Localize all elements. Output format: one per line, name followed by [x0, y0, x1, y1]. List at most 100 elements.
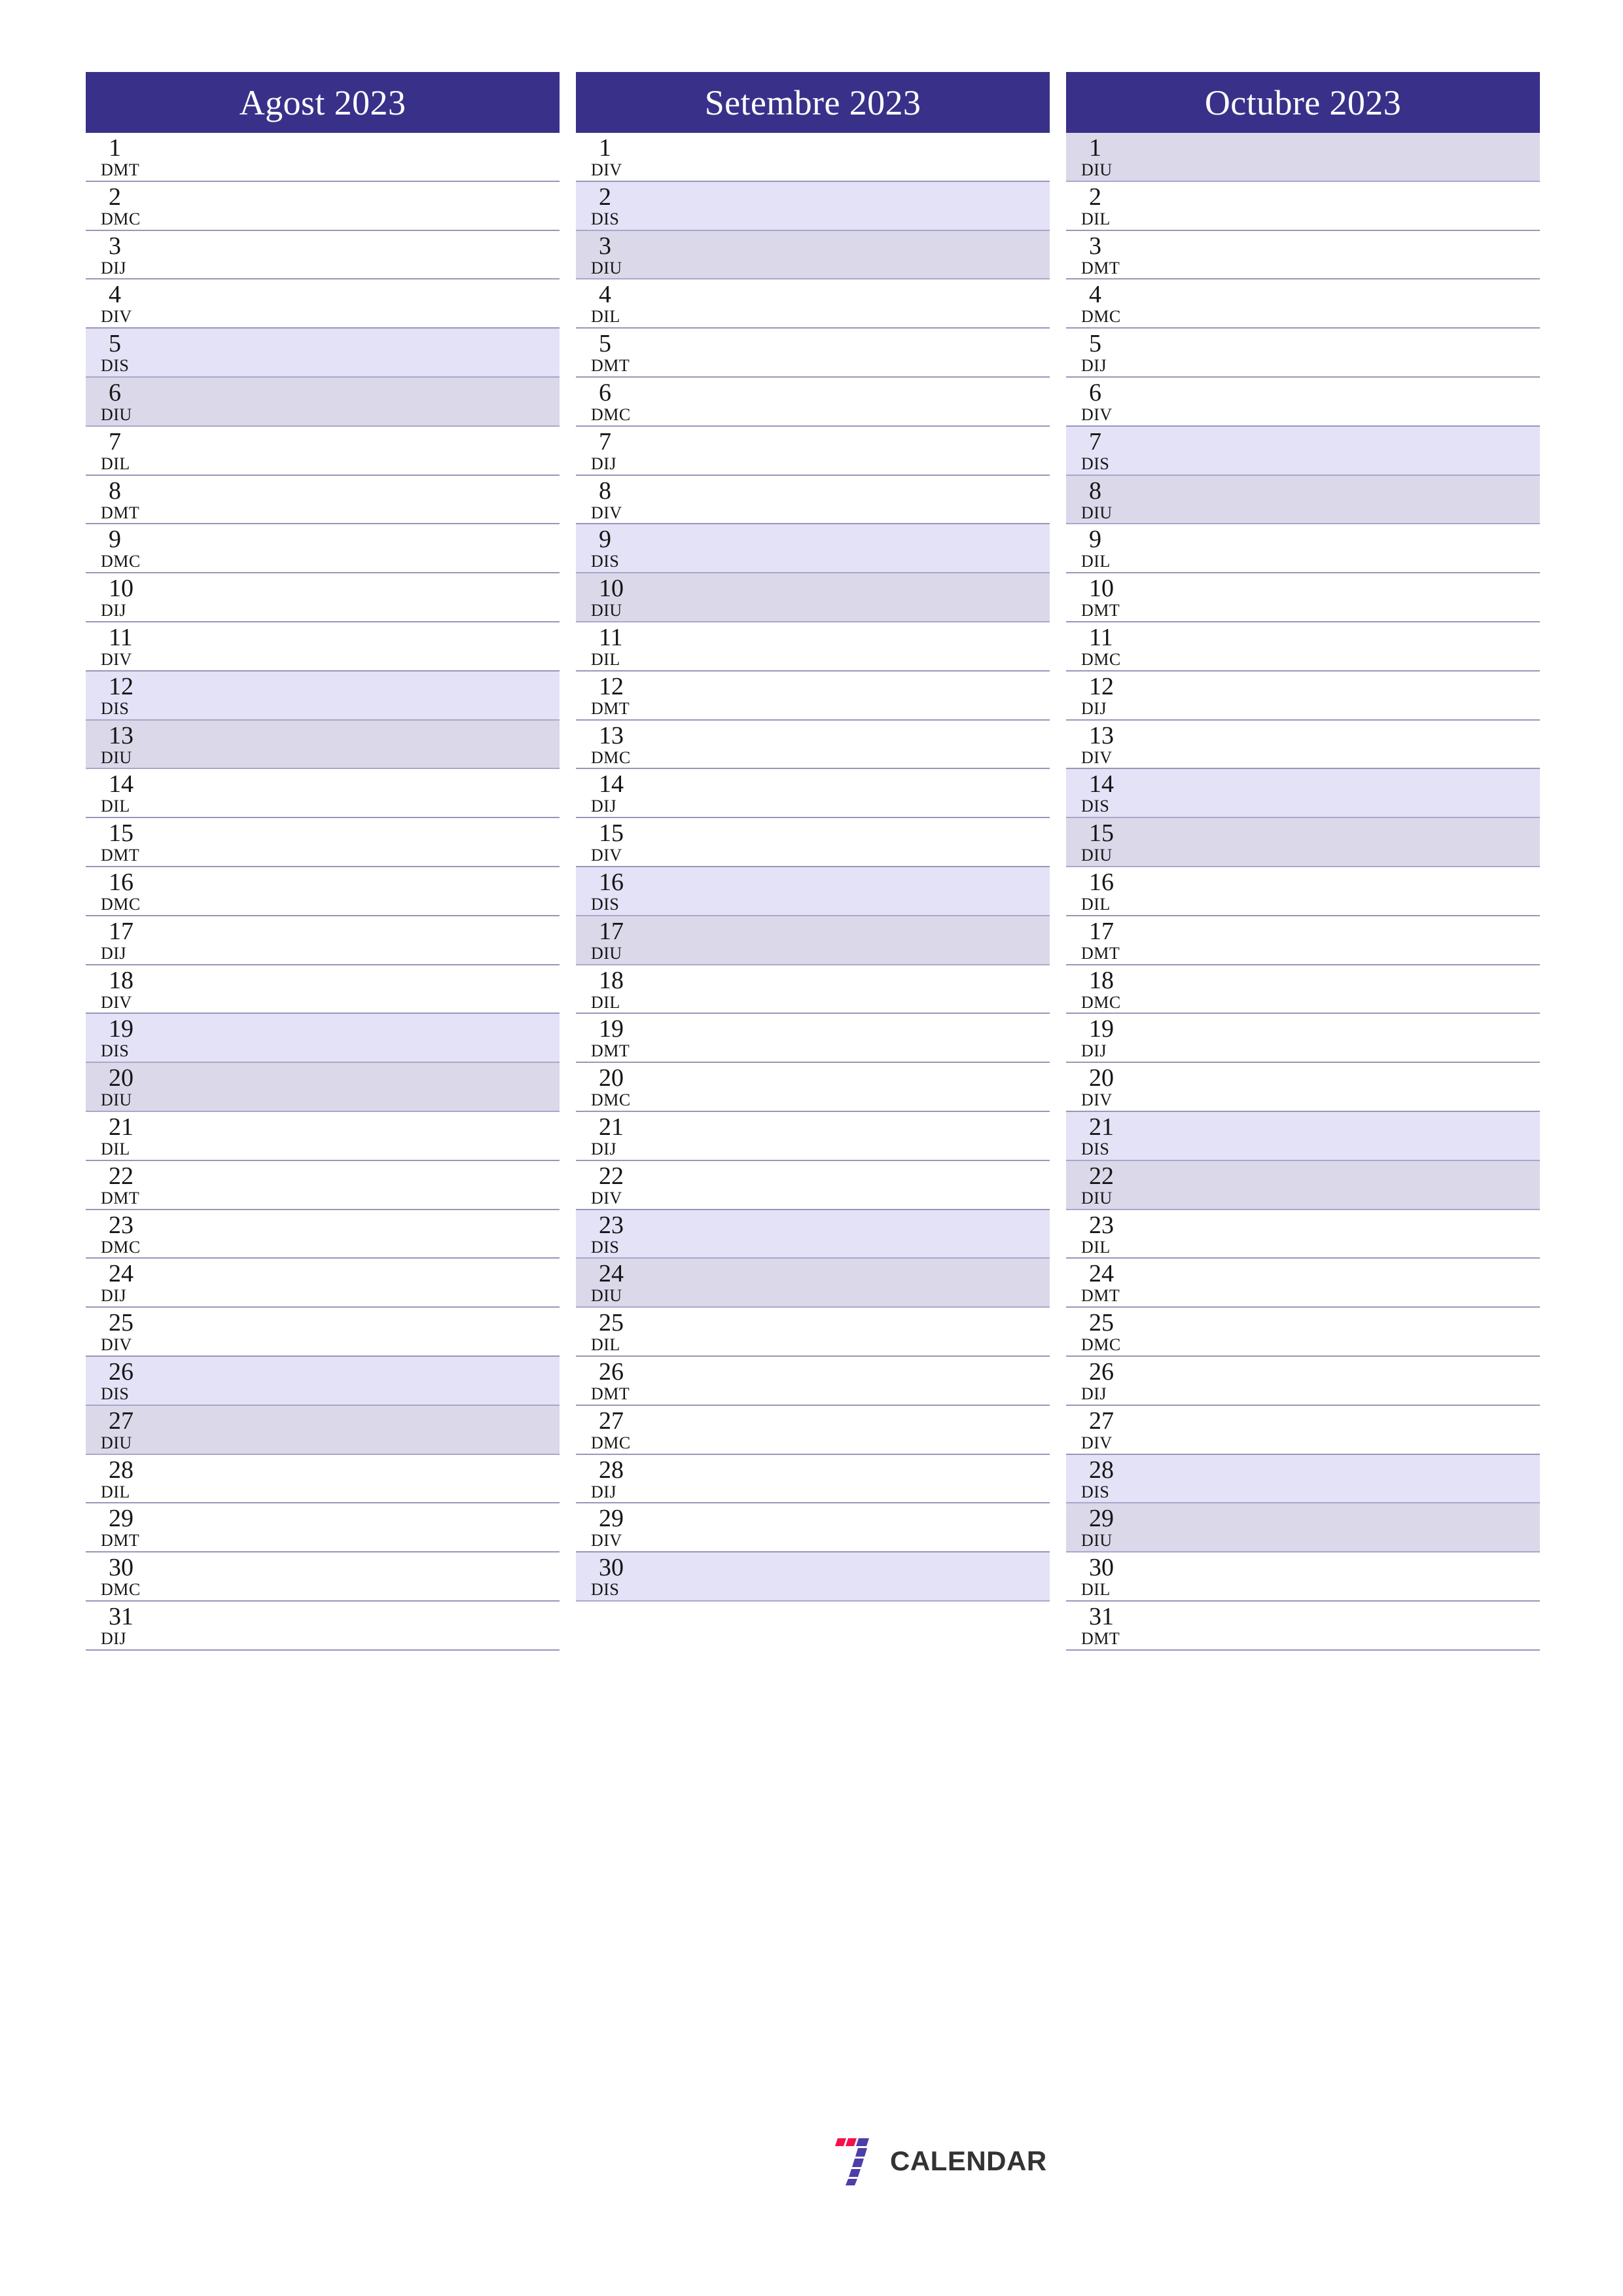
day-row[interactable]: 19 DIS — [86, 1014, 560, 1064]
day-row[interactable]: 19 DIJ — [1066, 1014, 1540, 1064]
day-row[interactable]: 1 DIV — [576, 133, 1050, 182]
day-row[interactable]: 6 DMC — [576, 377, 1050, 427]
day-row[interactable]: 10 DMT — [1066, 573, 1540, 622]
day-row[interactable]: 14 DIL — [86, 769, 560, 819]
day-row[interactable]: 3 DIU — [576, 230, 1050, 280]
day-row[interactable]: 17 DIJ — [86, 916, 560, 965]
day-row[interactable]: 23 DIL — [1066, 1210, 1540, 1259]
day-number: 5 — [1089, 330, 1101, 358]
day-row[interactable]: 20 DIV — [1066, 1063, 1540, 1112]
day-row[interactable]: 1 DIU — [1066, 133, 1540, 182]
day-row[interactable]: 23 DMC — [86, 1210, 560, 1259]
day-row[interactable]: 25 DIL — [576, 1308, 1050, 1357]
seven-logo-icon — [835, 2138, 869, 2185]
day-row[interactable]: 27 DIU — [86, 1405, 560, 1455]
day-row[interactable]: 23 DIS — [576, 1210, 1050, 1259]
day-row[interactable]: 28 DIS — [1066, 1454, 1540, 1504]
day-row[interactable]: 9 DIL — [1066, 524, 1540, 574]
day-row[interactable]: 22 DMT — [86, 1160, 560, 1210]
day-row[interactable]: 29 DIU — [1066, 1503, 1540, 1553]
day-row[interactable]: 7 DIS — [1066, 426, 1540, 476]
day-row[interactable]: 30 DIS — [576, 1552, 1050, 1602]
day-row[interactable]: 15 DIU — [1066, 818, 1540, 867]
day-row[interactable]: 4 DIL — [576, 279, 1050, 329]
day-row[interactable]: 16 DIS — [576, 867, 1050, 916]
day-row[interactable]: 13 DIU — [86, 720, 560, 770]
day-row[interactable]: 15 DMT — [86, 818, 560, 867]
day-row[interactable]: 5 DIJ — [1066, 329, 1540, 378]
day-row[interactable]: 20 DMC — [576, 1063, 1050, 1112]
day-row[interactable]: 25 DIV — [86, 1308, 560, 1357]
day-row[interactable]: 17 DIU — [576, 916, 1050, 965]
day-row[interactable]: 15 DIV — [576, 818, 1050, 867]
day-row[interactable]: 19 DMT — [576, 1014, 1050, 1064]
day-row[interactable]: 28 DIJ — [576, 1454, 1050, 1504]
day-row[interactable]: 1 DMT — [86, 133, 560, 182]
day-row[interactable]: 31 DMT — [1066, 1601, 1540, 1651]
day-row[interactable]: 4 DMC — [1066, 279, 1540, 329]
day-row[interactable]: 13 DMC — [576, 720, 1050, 770]
day-row[interactable]: 21 DIS — [1066, 1111, 1540, 1161]
day-row[interactable]: 9 DMC — [86, 524, 560, 574]
day-row[interactable]: 2 DIL — [1066, 181, 1540, 231]
day-row[interactable]: 6 DIU — [86, 377, 560, 427]
day-row[interactable]: 12 DMT — [576, 671, 1050, 721]
day-row[interactable]: 8 DIU — [1066, 475, 1540, 525]
day-number: 29 — [599, 1505, 624, 1533]
day-row[interactable]: 5 DIS — [86, 329, 560, 378]
day-row[interactable]: 16 DIL — [1066, 867, 1540, 916]
day-row[interactable]: 21 DIJ — [576, 1111, 1050, 1161]
day-row[interactable]: 27 DMC — [576, 1405, 1050, 1455]
day-row[interactable]: 24 DMT — [1066, 1259, 1540, 1308]
day-row[interactable]: 25 DMC — [1066, 1308, 1540, 1357]
day-row[interactable]: 18 DIL — [576, 965, 1050, 1014]
day-row[interactable]: 29 DIV — [576, 1503, 1050, 1553]
day-row[interactable]: 26 DIS — [86, 1356, 560, 1406]
day-row[interactable]: 13 DIV — [1066, 720, 1540, 770]
day-row[interactable]: 3 DIJ — [86, 230, 560, 280]
day-row[interactable]: 11 DIV — [86, 622, 560, 672]
day-abbreviation: DIV — [591, 1188, 622, 1208]
day-row[interactable]: 11 DMC — [1066, 622, 1540, 672]
day-row[interactable]: 8 DMT — [86, 475, 560, 525]
day-row[interactable]: 5 DMT — [576, 329, 1050, 378]
day-row[interactable]: 22 DIU — [1066, 1160, 1540, 1210]
day-row[interactable]: 29 DMT — [86, 1503, 560, 1553]
day-row[interactable]: 16 DMC — [86, 867, 560, 916]
day-row[interactable]: 6 DIV — [1066, 377, 1540, 427]
day-row[interactable]: 24 DIU — [576, 1259, 1050, 1308]
day-row[interactable]: 2 DIS — [576, 181, 1050, 231]
day-row[interactable]: 17 DMT — [1066, 916, 1540, 965]
day-row[interactable]: 27 DIV — [1066, 1405, 1540, 1455]
day-abbreviation: DIL — [591, 992, 620, 1012]
day-row[interactable]: 7 DIL — [86, 426, 560, 476]
day-row[interactable]: 10 DIJ — [86, 573, 560, 622]
day-row[interactable]: 21 DIL — [86, 1111, 560, 1161]
day-row[interactable]: 2 DMC — [86, 181, 560, 231]
day-row[interactable]: 7 DIJ — [576, 426, 1050, 476]
day-row[interactable]: 18 DIV — [86, 965, 560, 1014]
day-row[interactable]: 18 DMC — [1066, 965, 1540, 1014]
day-row[interactable]: 14 DIS — [1066, 769, 1540, 819]
day-row[interactable]: 10 DIU — [576, 573, 1050, 622]
day-row[interactable]: 22 DIV — [576, 1160, 1050, 1210]
day-abbreviation: DIS — [1081, 1139, 1110, 1158]
day-row[interactable]: 20 DIU — [86, 1063, 560, 1112]
day-abbreviation: DMT — [101, 160, 140, 179]
day-row[interactable]: 12 DIS — [86, 671, 560, 721]
day-number: 22 — [1089, 1162, 1114, 1190]
day-row[interactable]: 11 DIL — [576, 622, 1050, 672]
day-row[interactable]: 30 DMC — [86, 1552, 560, 1602]
day-row[interactable]: 28 DIL — [86, 1454, 560, 1504]
day-row[interactable]: 31 DIJ — [86, 1601, 560, 1651]
day-row[interactable]: 3 DMT — [1066, 230, 1540, 280]
day-row[interactable]: 26 DIJ — [1066, 1356, 1540, 1406]
day-row[interactable]: 26 DMT — [576, 1356, 1050, 1406]
day-row[interactable]: 8 DIV — [576, 475, 1050, 525]
day-row[interactable]: 4 DIV — [86, 279, 560, 329]
day-row[interactable]: 14 DIJ — [576, 769, 1050, 819]
day-row[interactable]: 24 DIJ — [86, 1259, 560, 1308]
day-row[interactable]: 12 DIJ — [1066, 671, 1540, 721]
day-row[interactable]: 30 DIL — [1066, 1552, 1540, 1602]
day-row[interactable]: 9 DIS — [576, 524, 1050, 574]
